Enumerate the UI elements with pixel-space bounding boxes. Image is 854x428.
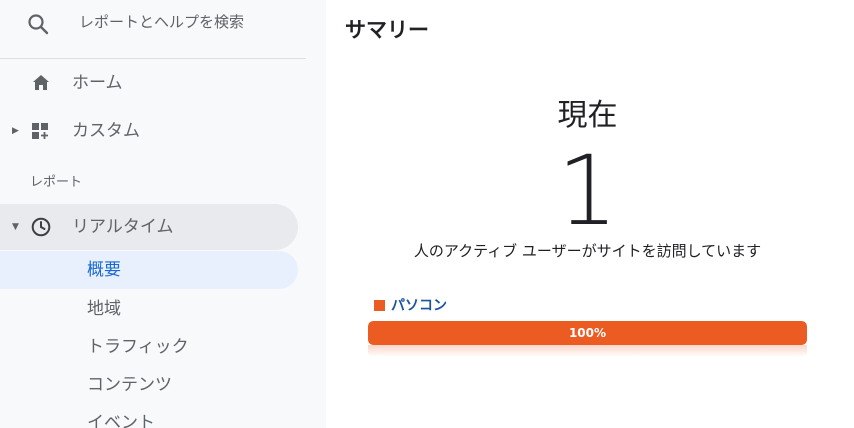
dashboard-icon <box>30 120 52 142</box>
sidebar-subitem-overview[interactable]: 概要 <box>0 251 298 289</box>
sidebar: レポートとヘルプを検索 ホーム ▶ カスタム レポート ▼ リアルタイム 概要 … <box>0 0 326 428</box>
main-panel: サマリー 現在 1 人のアクティブ ユーザーがサイトを訪問しています パソコン … <box>326 0 854 428</box>
sidebar-subitem-label: イベント <box>87 413 155 428</box>
legend-label-desktop[interactable]: パソコン <box>391 297 447 315</box>
active-users-count: 1 <box>556 135 619 247</box>
sidebar-subitem-label: 概要 <box>87 260 121 280</box>
active-users-description: 人のアクティブ ユーザーがサイトを訪問しています <box>413 242 762 260</box>
sidebar-item-label: カスタム <box>72 121 140 141</box>
legend-swatch <box>374 300 385 311</box>
sidebar-subitem-label: トラフィック <box>87 337 189 357</box>
sidebar-subitem-label: コンテンツ <box>87 375 172 395</box>
sidebar-subitem-label: 地域 <box>87 299 121 319</box>
caret-down-icon[interactable]: ▼ <box>12 204 19 250</box>
sidebar-item-home[interactable]: ホーム <box>0 60 298 106</box>
sidebar-item-realtime[interactable]: ▼ リアルタイム <box>0 204 298 250</box>
device-share-percent: 100% <box>568 326 607 340</box>
sidebar-item-custom[interactable]: ▶ カスタム <box>0 108 298 154</box>
sidebar-subitem-traffic[interactable]: トラフィック <box>0 328 298 366</box>
sidebar-subitem-region[interactable]: 地域 <box>0 290 298 328</box>
home-icon <box>30 72 52 94</box>
device-share-bar: 100% <box>368 321 807 345</box>
clock-icon <box>30 216 52 238</box>
search-icon[interactable] <box>26 12 50 36</box>
caret-right-icon[interactable]: ▶ <box>12 108 19 154</box>
sidebar-subitem-content[interactable]: コンテンツ <box>0 366 298 404</box>
sidebar-subitem-events[interactable]: イベント <box>0 404 298 428</box>
section-label-reports: レポート <box>30 175 83 190</box>
page-title: サマリー <box>345 18 429 42</box>
bar-reflection <box>368 345 807 357</box>
search-box[interactable]: レポートとヘルプを検索 <box>0 0 306 59</box>
search-placeholder: レポートとヘルプを検索 <box>79 13 245 31</box>
sidebar-item-label: ホーム <box>72 73 123 93</box>
now-label: 現在 <box>557 98 618 133</box>
sidebar-item-label: リアルタイム <box>72 217 174 237</box>
